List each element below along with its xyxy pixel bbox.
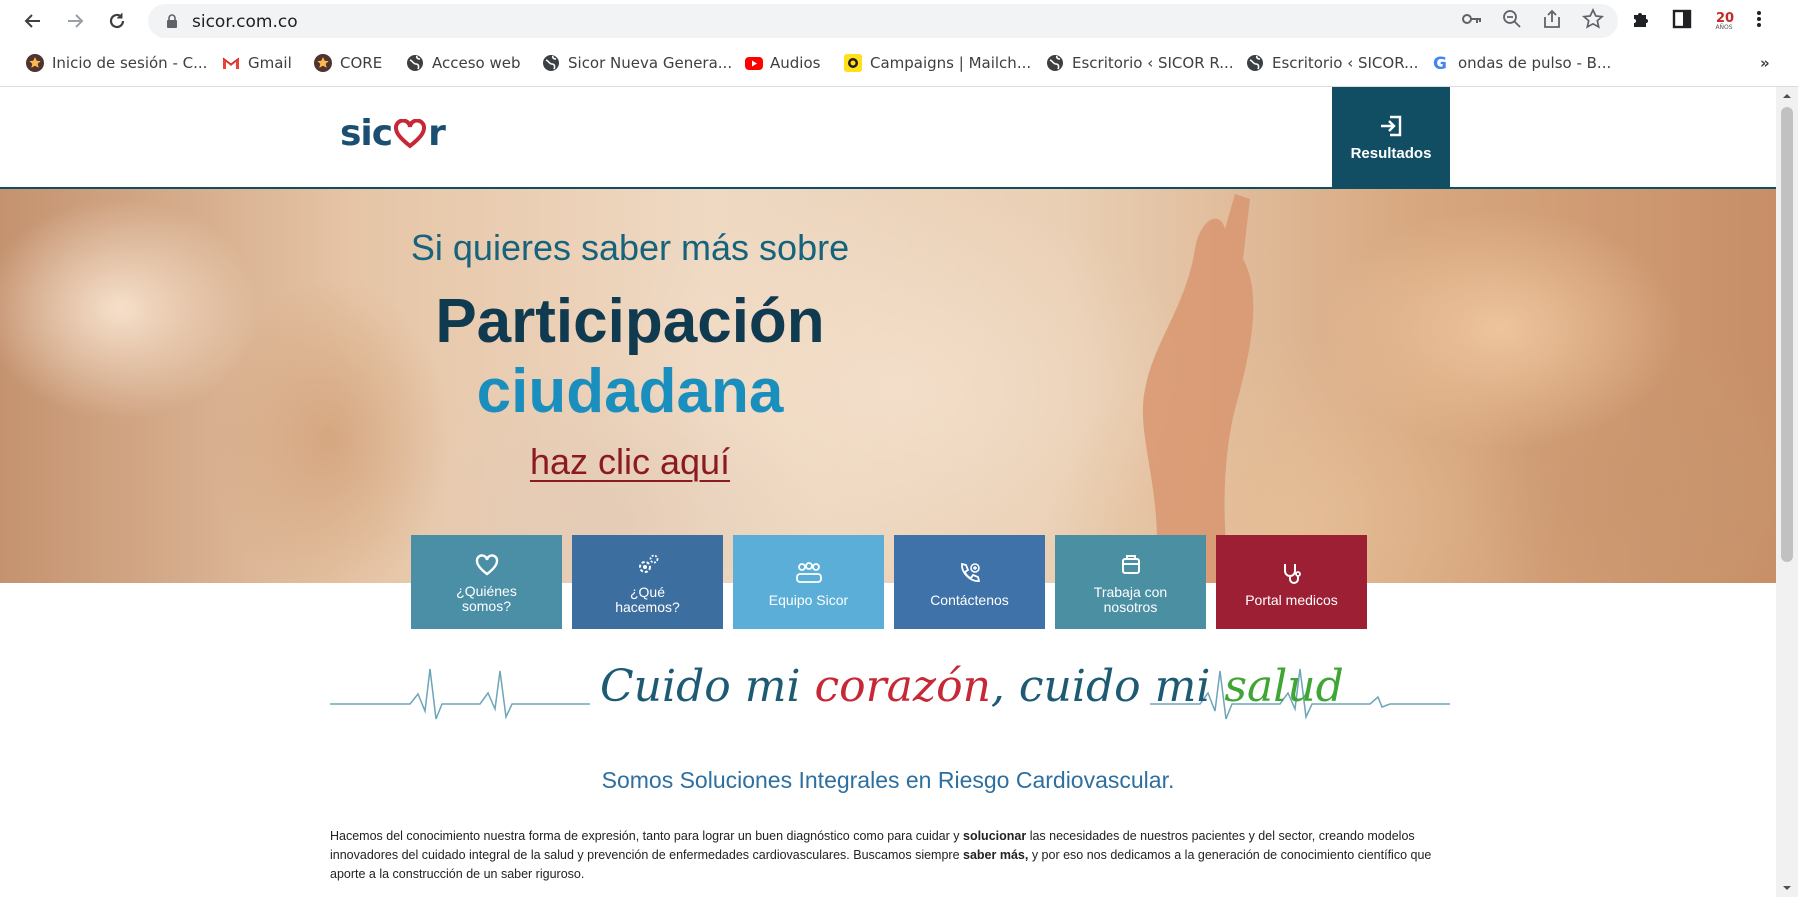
hero-cta-link[interactable]: haz clic aquí — [530, 441, 730, 483]
hero-text-block: Si quieres saber más sobre Participación… — [380, 227, 880, 483]
lock-icon — [167, 14, 177, 28]
google-icon: G — [1432, 54, 1450, 74]
bookmark-item[interactable]: Gmail — [222, 54, 292, 72]
globe-icon — [1046, 54, 1064, 72]
hero-banner: Si quieres saber más sobre Participación… — [0, 187, 1776, 583]
heart-icon — [475, 554, 498, 576]
svg-text:20: 20 — [1716, 11, 1734, 24]
gmail-icon — [222, 54, 240, 72]
youtube-icon — [744, 54, 763, 72]
raised-hand-image — [1142, 194, 1254, 583]
tagline-heading: Somos Soluciones Integrales en Riesgo Ca… — [601, 767, 1175, 793]
resultados-button[interactable]: Resultados — [1332, 87, 1450, 187]
heart-logo-icon — [394, 118, 427, 149]
globe-icon — [542, 54, 560, 72]
intro-paragraph: Hacemos del conocimiento nuestra forma d… — [330, 829, 1432, 881]
web-page: sic r Resultados Si quieres saber más so… — [0, 87, 1776, 897]
zoom-icon[interactable] — [1502, 9, 1522, 34]
anniversary-badge-icon[interactable]: 20 AÑOS — [1714, 10, 1734, 32]
bookmark-item[interactable]: CORE — [314, 54, 382, 72]
tile-contactenos[interactable]: Contáctenos — [894, 535, 1045, 629]
forward-icon[interactable] — [60, 6, 90, 36]
svg-text:G: G — [1433, 54, 1447, 72]
scrollbar-thumb[interactable] — [1781, 107, 1793, 562]
side-panel-icon[interactable] — [1672, 9, 1692, 34]
tile-trabaja-con-nosotros[interactable]: Trabaja con nosotros — [1055, 535, 1206, 629]
bookmark-item[interactable]: G ondas de pulso - B... — [1432, 54, 1611, 74]
star-coin-icon — [314, 54, 332, 72]
scroll-down-icon[interactable] — [1776, 881, 1798, 895]
hero-subtitle: Si quieres saber más sobre — [410, 227, 850, 268]
bookmark-item[interactable]: Inicio de sesión - C... — [26, 54, 207, 72]
phone-icon — [960, 562, 980, 582]
globe-icon — [1246, 54, 1264, 72]
bookmark-star-icon[interactable] — [1581, 7, 1605, 35]
bookmark-item[interactable]: Acceso web — [406, 54, 521, 72]
address-bar[interactable]: sicor.com.co — [148, 4, 1618, 38]
back-icon[interactable] — [18, 6, 48, 36]
share-icon[interactable] — [1542, 9, 1562, 34]
menu-kebab-icon[interactable] — [1756, 9, 1762, 34]
stethoscope-icon — [1283, 563, 1301, 584]
gears-icon — [638, 554, 658, 573]
hero-title-line2: ciudadana — [476, 357, 784, 426]
tile-quienes-somos[interactable]: ¿Quiénes somos? — [411, 535, 562, 629]
slogan-text: Cuido mi corazón, cuido mi salud — [600, 661, 1344, 712]
quick-links: ¿Quiénes somos? ¿Qué hacemos? Equipo Sic… — [411, 535, 1367, 629]
bookmarks-overflow-button[interactable]: » — [1760, 54, 1770, 72]
job-icon — [1121, 555, 1140, 574]
url-text: sicor.com.co — [192, 12, 298, 32]
globe-icon — [406, 54, 424, 72]
bookmark-item[interactable]: Escritorio ‹ SICOR... — [1246, 54, 1418, 72]
bookmark-item[interactable]: Campaigns | Mailch... — [844, 54, 1031, 72]
sicor-logo[interactable]: sic r — [340, 113, 446, 154]
slogan-banner: Cuido mi corazón, cuido mi salud — [330, 649, 1450, 739]
star-coin-icon — [26, 54, 44, 72]
extensions-puzzle-icon[interactable] — [1630, 9, 1650, 34]
key-icon[interactable] — [1462, 12, 1482, 31]
hero-title-line1: Participación — [435, 287, 825, 356]
reload-icon[interactable] — [102, 6, 132, 36]
tile-portal-medicos[interactable]: Portal medicos — [1216, 535, 1367, 629]
browser-toolbar: sicor.com.co 20 AÑOS — [0, 0, 1798, 42]
bookmark-item[interactable]: Sicor Nueva Genera... — [542, 54, 732, 72]
login-icon — [1381, 115, 1402, 136]
page-scrollbar[interactable] — [1776, 87, 1798, 897]
tile-equipo-sicor[interactable]: Equipo Sicor — [733, 535, 884, 629]
bookmarks-bar: Inicio de sesión - C... Gmail CORE Acces… — [0, 42, 1798, 87]
mailchimp-icon — [844, 54, 862, 72]
bookmark-item[interactable]: Audios — [744, 54, 820, 72]
bookmark-item[interactable]: Escritorio ‹ SICOR R... — [1046, 54, 1234, 72]
scroll-up-icon[interactable] — [1776, 89, 1798, 103]
tile-que-hacemos[interactable]: ¿Qué hacemos? — [572, 535, 723, 629]
team-icon — [795, 561, 822, 583]
